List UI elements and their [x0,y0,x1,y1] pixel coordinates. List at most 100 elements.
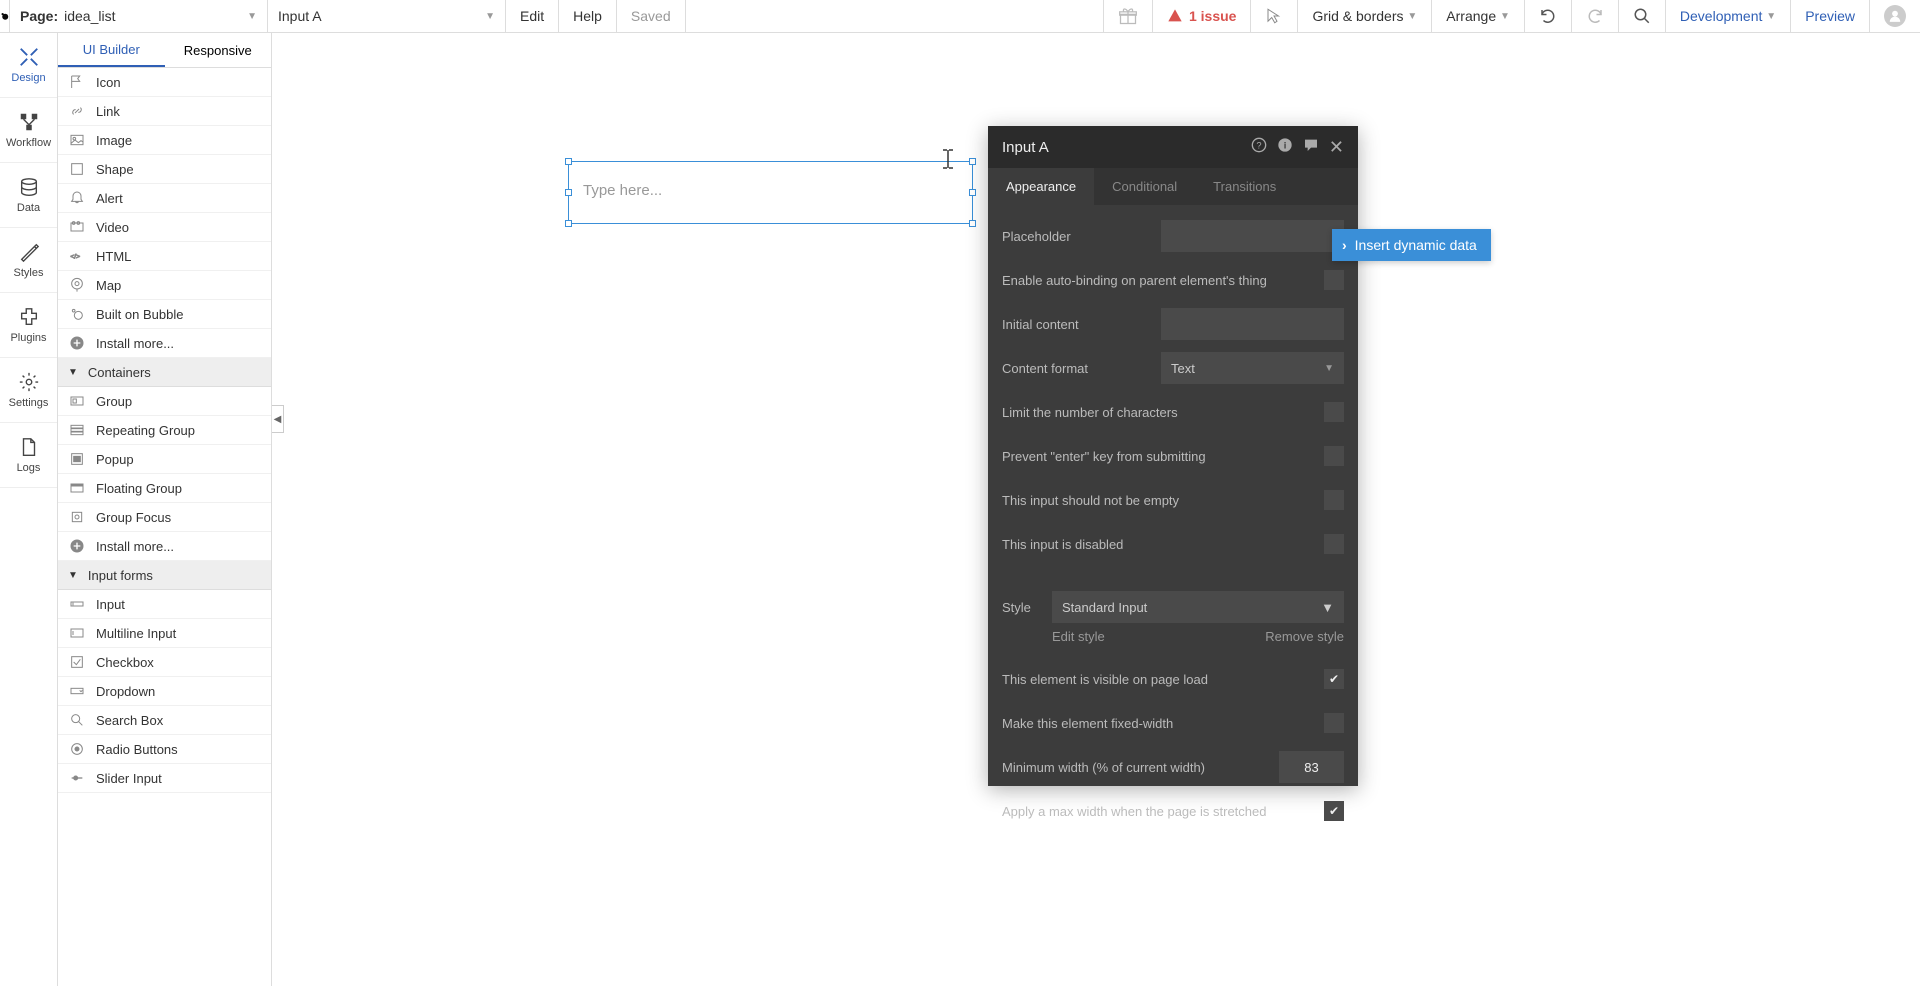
palette-item-multiline-input[interactable]: Multiline Input [58,619,271,648]
edit-style-link[interactable]: Edit style [1052,629,1105,644]
palette-item-label: Floating Group [96,481,182,496]
palette-item-radio-buttons[interactable]: Radio Buttons [58,735,271,764]
tab-appearance[interactable]: Appearance [988,168,1094,205]
rail-data[interactable]: Data [0,163,57,228]
flag-icon [68,73,86,91]
group-icon [68,392,86,410]
initial-content-input[interactable] [1161,308,1344,340]
palette-item-repeating-group[interactable]: Repeating Group [58,416,271,445]
close-icon[interactable]: ✕ [1329,137,1344,158]
visible-label: This element is visible on page load [1002,672,1324,687]
limit-chars-checkbox[interactable] [1324,402,1344,422]
gift-icon[interactable] [1103,0,1152,33]
tab-conditional[interactable]: Conditional [1094,168,1195,205]
tab-ui-builder[interactable]: UI Builder [58,33,165,67]
style-select[interactable]: Standard Input ▼ [1052,591,1344,623]
grid-borders-menu[interactable]: Grid & borders ▼ [1297,0,1431,33]
palette-item-label: Checkbox [96,655,154,670]
preview-button[interactable]: Preview [1790,0,1869,33]
resize-handle-sw[interactable] [565,220,572,227]
palette-item-input[interactable]: Input [58,590,271,619]
rail-workflow[interactable]: Workflow [0,98,57,163]
palette-item-dropdown[interactable]: Dropdown [58,677,271,706]
remove-style-link[interactable]: Remove style [1265,629,1344,644]
chevron-down-icon: ▼ [1500,11,1510,22]
tab-transitions[interactable]: Transitions [1195,168,1294,205]
palette-item-popup[interactable]: Popup [58,445,271,474]
autobind-checkbox[interactable] [1324,270,1344,290]
rail-styles[interactable]: Styles [0,228,57,293]
palette-item-label: Multiline Input [96,626,176,641]
help-icon[interactable]: ? [1251,137,1267,158]
collapse-palette-button[interactable]: ◀ [272,405,284,433]
palette-item-group[interactable]: Group [58,387,271,416]
rail-logs[interactable]: Logs [0,423,57,488]
prevent-enter-checkbox[interactable] [1324,446,1344,466]
palette-item-install-more[interactable]: Install more... [58,329,271,358]
palette-item-shape[interactable]: Shape [58,155,271,184]
comment-icon[interactable] [1303,137,1319,158]
search-button[interactable] [1618,0,1665,33]
palette-item-alert[interactable]: Alert [58,184,271,213]
not-empty-checkbox[interactable] [1324,490,1344,510]
resize-handle-ne[interactable] [969,158,976,165]
element-value: Input A [278,8,485,24]
chevron-down-icon: ▼ [1766,11,1776,22]
content-format-select[interactable]: Text ▼ [1161,352,1344,384]
property-header[interactable]: Input A ? i ✕ [988,126,1358,168]
element-selector[interactable]: Input A ▼ [268,0,506,33]
redo-button[interactable] [1571,0,1618,33]
disabled-checkbox[interactable] [1324,534,1344,554]
palette-item-label: Slider Input [96,771,162,786]
section-inputs[interactable]: ▼ Input forms [58,561,271,590]
resize-handle-w[interactable] [565,189,572,196]
section-containers[interactable]: ▼ Containers [58,358,271,387]
issues-button[interactable]: 1 issue [1152,0,1250,33]
link-icon [68,102,86,120]
style-label: Style [1002,600,1052,615]
canvas[interactable]: ◀ Type here... Input A ? i ✕ Appear [272,33,1920,986]
rail-settings[interactable]: Settings [0,358,57,423]
check-icon [68,653,86,671]
palette-item-floating-group[interactable]: Floating Group [58,474,271,503]
palette-item-label: Alert [96,191,123,206]
palette-item-link[interactable]: Link [58,97,271,126]
fixed-width-checkbox[interactable] [1324,713,1344,733]
palette-item-label: Video [96,220,129,235]
palette-item-group-focus[interactable]: Group Focus [58,503,271,532]
palette-item-video[interactable]: Video [58,213,271,242]
help-menu[interactable]: Help [559,0,617,33]
info-icon[interactable]: i [1277,137,1293,158]
palette-item-search-box[interactable]: Search Box [58,706,271,735]
placeholder-input[interactable] [1161,220,1344,252]
max-width-checkbox[interactable] [1324,801,1344,821]
insert-dynamic-data-button[interactable]: › Insert dynamic data [1332,229,1491,261]
visible-checkbox[interactable] [1324,669,1344,689]
page-selector[interactable]: Page: idea_list ▼ [10,0,268,33]
resize-handle-e[interactable] [969,189,976,196]
user-avatar[interactable] [1869,0,1920,33]
rail-design[interactable]: Design [0,33,57,98]
initial-content-label: Initial content [1002,317,1161,332]
min-width-input[interactable] [1279,751,1344,783]
bubble-logo-icon[interactable] [0,0,10,33]
resize-handle-se[interactable] [969,220,976,227]
arrange-menu[interactable]: Arrange ▼ [1431,0,1524,33]
palette-item-checkbox[interactable]: Checkbox [58,648,271,677]
palette-item-label: Built on Bubble [96,307,183,322]
palette-item-map[interactable]: Map [58,271,271,300]
palette-item-slider-input[interactable]: Slider Input [58,764,271,793]
palette-item-icon[interactable]: Icon [58,68,271,97]
palette-item-install-more[interactable]: Install more... [58,532,271,561]
selected-element-input-a[interactable]: Type here... [568,161,973,224]
edit-menu[interactable]: Edit [506,0,559,33]
development-menu[interactable]: Development ▼ [1665,0,1790,33]
resize-handle-nw[interactable] [565,158,572,165]
pointer-icon[interactable] [1250,0,1297,33]
tab-responsive[interactable]: Responsive [165,33,272,67]
palette-item-html[interactable]: </>HTML [58,242,271,271]
palette-item-built-on-bubble[interactable]: Built on Bubble [58,300,271,329]
rail-plugins[interactable]: Plugins [0,293,57,358]
palette-item-image[interactable]: Image [58,126,271,155]
undo-button[interactable] [1524,0,1571,33]
